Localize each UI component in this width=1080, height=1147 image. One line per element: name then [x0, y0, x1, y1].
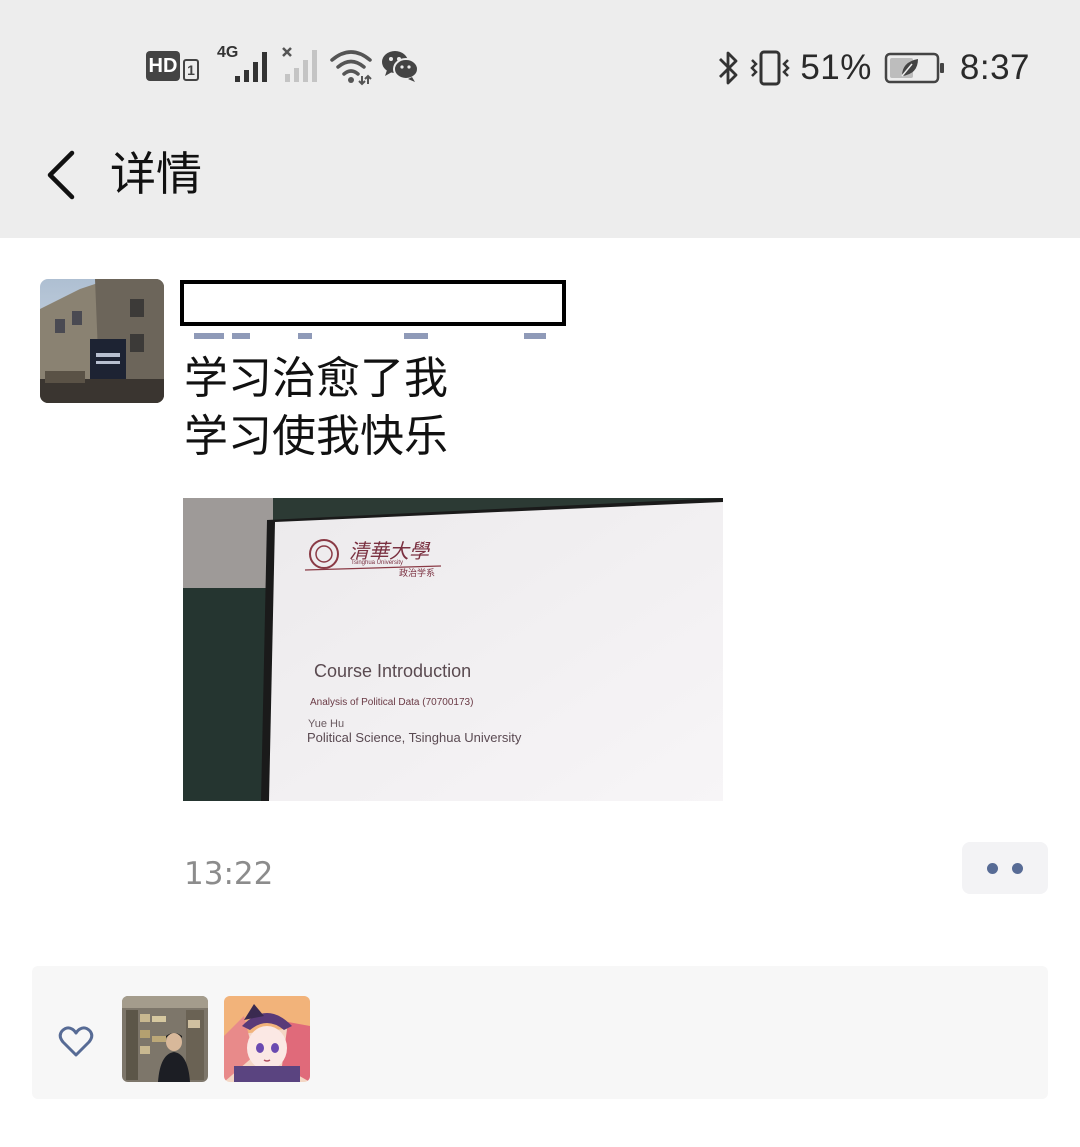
- wifi-icon: [329, 46, 373, 86]
- post-image[interactable]: 清華大學 Tsinghua University 政治学系 Course Int…: [183, 498, 723, 801]
- moments-detail-screen: HD 1 4G 51% 8:37 详情 学习治愈了我 学习使我快乐 清華大學 T…: [0, 0, 1080, 1147]
- vibrate-icon: [748, 48, 792, 88]
- slide-title: Course Introduction: [314, 661, 471, 681]
- hd-sim-label: 1: [183, 59, 199, 81]
- slide-course: Analysis of Political Data (70700173): [310, 697, 473, 708]
- post-time: 13:22: [184, 856, 274, 892]
- slide-affiliation: Political Science, Tsinghua University: [307, 730, 522, 745]
- post-line-1: 学习治愈了我: [184, 353, 448, 404]
- signal-no-service-icon: [281, 46, 321, 86]
- battery-percent: 51%: [800, 48, 872, 87]
- bluetooth-icon: [716, 48, 740, 88]
- top-area: HD 1 4G 51% 8:37 详情: [0, 0, 1080, 238]
- likes-panel: [32, 966, 1048, 1099]
- hd-label: HD: [146, 51, 180, 81]
- username-redaction: [180, 280, 566, 326]
- post-line-2: 学习使我快乐: [184, 411, 448, 462]
- more-dots-icon: [987, 862, 1023, 874]
- username-remnant: [194, 326, 568, 339]
- signal-4g-icon: 4G: [217, 44, 273, 86]
- clock: 8:37: [959, 48, 1030, 87]
- slide-dept: 政治学系: [399, 567, 435, 579]
- back-button[interactable]: [30, 140, 90, 210]
- post-content: 学习治愈了我 学习使我快乐: [184, 350, 448, 466]
- hd-icon: HD 1: [146, 51, 199, 81]
- heart-icon: [58, 1026, 94, 1057]
- wechat-icon: [381, 48, 419, 84]
- battery-icon: [884, 50, 946, 86]
- nav-header: 详情: [0, 120, 1080, 238]
- chevron-left-icon: [47, 150, 75, 200]
- status-right: 51% 8:37: [716, 46, 1030, 90]
- status-left: HD 1 4G: [146, 44, 419, 86]
- author-username[interactable]: [180, 280, 566, 339]
- slide-logo-en: Tsinghua University: [351, 560, 403, 566]
- liker-avatar-1[interactable]: [122, 996, 208, 1082]
- status-bar: HD 1 4G 51% 8:37: [0, 0, 1080, 120]
- page-title: 详情: [110, 147, 202, 201]
- liker-avatar-2[interactable]: [224, 996, 310, 1082]
- author-avatar[interactable]: [40, 279, 164, 403]
- more-options-button[interactable]: [962, 842, 1048, 894]
- slide-author: Yue Hu: [308, 718, 344, 730]
